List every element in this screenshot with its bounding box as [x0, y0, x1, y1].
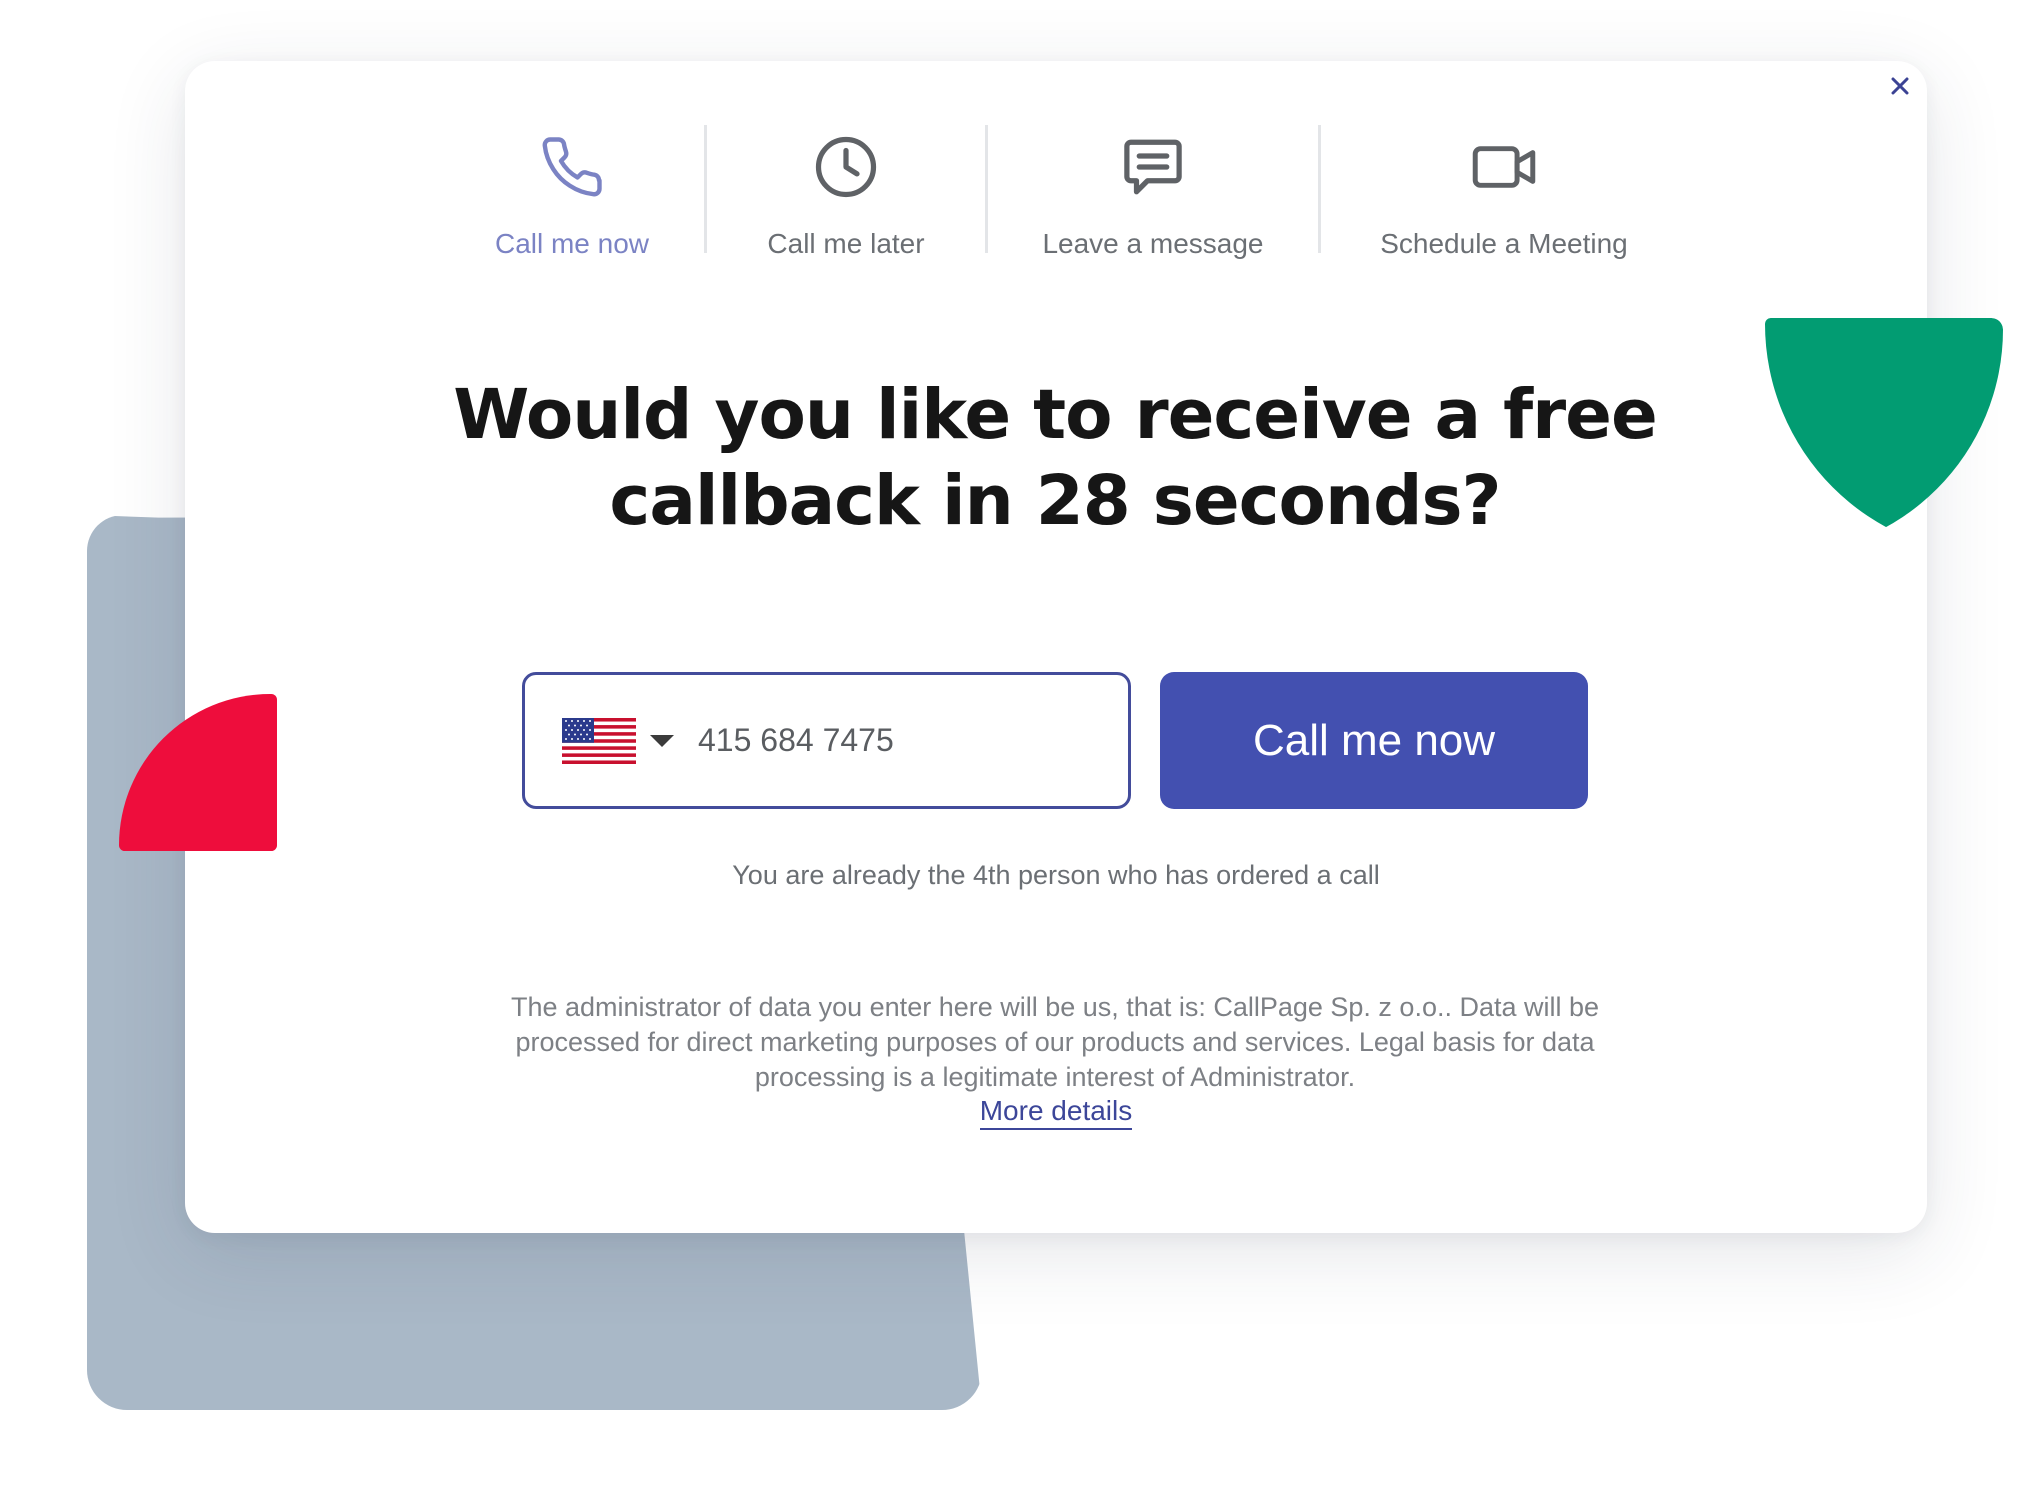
- country-dropdown-caret-icon[interactable]: [650, 734, 674, 747]
- phone-input[interactable]: [698, 722, 1098, 759]
- phone-field: [522, 672, 1131, 809]
- call-me-now-button[interactable]: Call me now: [1160, 672, 1588, 809]
- legal-line-3: processing is a legitimate interest of A…: [754, 1062, 1356, 1092]
- message-icon: [1119, 128, 1187, 206]
- more-details-link[interactable]: More details: [979, 1095, 1133, 1130]
- legal-line-1: The administrator of data you enter here…: [510, 992, 1600, 1022]
- legal-notice: The administrator of data you enter here…: [480, 990, 1630, 1095]
- tab-label: Call me later: [767, 228, 925, 259]
- clock-icon: [813, 128, 879, 206]
- headline-line-1: Would you like to receive a free: [453, 375, 1658, 455]
- close-button[interactable]: [1885, 71, 1915, 101]
- tab-call-me-now[interactable]: Call me now: [440, 120, 704, 260]
- headline-line-2: callback in 28 seconds?: [609, 461, 1501, 541]
- tab-label: Leave a message: [1042, 228, 1264, 259]
- more-details-container: More details: [185, 1095, 1927, 1130]
- tab-label: Schedule a Meeting: [1380, 228, 1628, 259]
- us-flag-icon[interactable]: [562, 717, 636, 764]
- tab-leave-message[interactable]: Leave a message: [988, 120, 1318, 260]
- legal-line-2: processed for direct marketing purposes …: [515, 1027, 1595, 1057]
- mode-tabs: Call me now Call me later Leave a messag…: [440, 120, 1700, 260]
- order-counter-text: You are already the 4th person who has o…: [732, 860, 1380, 890]
- video-camera-icon: [1470, 128, 1538, 206]
- stage: Call me now Call me later Leave a messag…: [0, 0, 2031, 1485]
- tab-schedule-meeting[interactable]: Schedule a Meeting: [1321, 120, 1687, 260]
- close-icon: [1891, 77, 1909, 95]
- tab-label: Call me now: [494, 228, 650, 259]
- page-title: Would you like to receive a free callbac…: [440, 372, 1670, 544]
- phone-icon: [539, 128, 605, 206]
- tab-call-me-later[interactable]: Call me later: [707, 120, 985, 260]
